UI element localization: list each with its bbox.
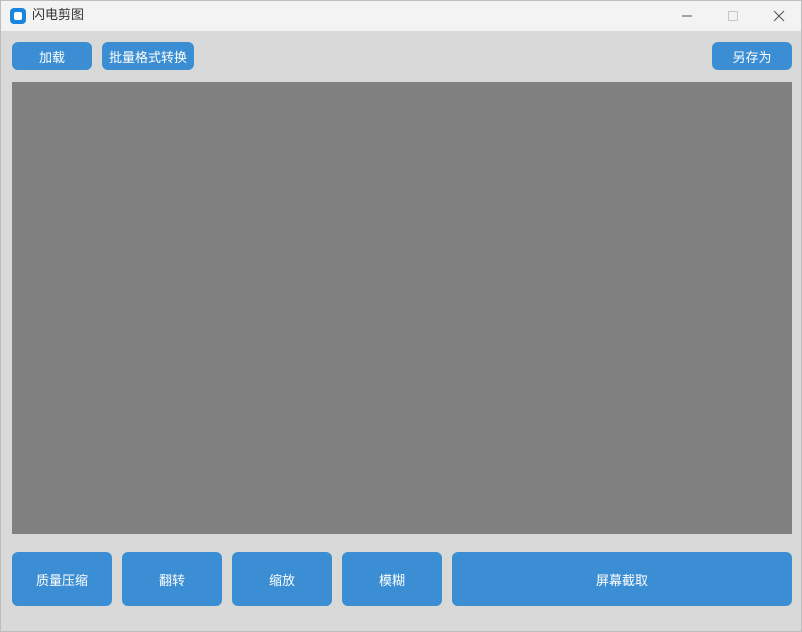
blur-button[interactable]: 模糊 <box>342 552 442 606</box>
batch-convert-button[interactable]: 批量格式转换 <box>102 42 194 70</box>
minimize-button[interactable] <box>664 1 710 31</box>
screen-capture-button[interactable]: 屏幕截取 <box>452 552 792 606</box>
app-icon <box>10 8 26 24</box>
minimize-icon <box>682 15 692 17</box>
quality-compress-button[interactable]: 质量压缩 <box>12 552 112 606</box>
maximize-button[interactable] <box>710 1 756 31</box>
title-bar[interactable]: 闪电剪图 <box>1 1 801 31</box>
app-window: 闪电剪图 加载 批量格式转换 另存为 质量压缩 翻转 缩放 模糊 屏幕截取 <box>0 0 802 632</box>
flip-button[interactable]: 翻转 <box>122 552 222 606</box>
window-title: 闪电剪图 <box>32 8 85 23</box>
image-canvas[interactable] <box>12 82 792 534</box>
save-as-button[interactable]: 另存为 <box>712 42 792 70</box>
close-icon <box>773 10 785 22</box>
close-button[interactable] <box>756 1 802 31</box>
load-button[interactable]: 加载 <box>12 42 92 70</box>
zoom-button[interactable]: 缩放 <box>232 552 332 606</box>
app-icon-inner <box>14 12 22 20</box>
maximize-icon <box>728 11 738 21</box>
